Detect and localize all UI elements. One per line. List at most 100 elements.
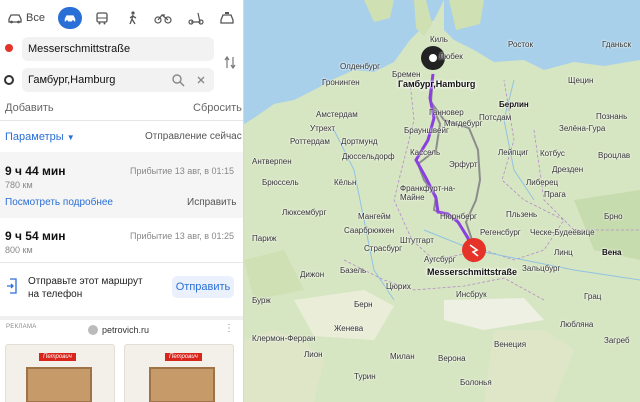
city-liberec: Либерец: [526, 178, 559, 187]
params-label: Параметры: [5, 131, 64, 143]
divider: [0, 316, 243, 320]
destination-label: Гамбург,Hamburg: [398, 79, 476, 89]
city-ceske: Ческе-Будеёвице: [530, 228, 595, 237]
route-arrival: Прибытие 13 авг, в 01:15: [130, 166, 235, 176]
city-zagreb: Загреб: [604, 336, 630, 345]
city-lubeck: Любек: [439, 52, 463, 61]
ad-brand-logo: Петрович: [165, 353, 202, 361]
city-stuttgart: Штутгарт: [400, 236, 434, 245]
walk-icon: [129, 11, 137, 25]
more-icon[interactable]: ⋮: [224, 323, 234, 334]
to-field[interactable]: Гамбург,Hamburg: [22, 68, 214, 92]
city-zielona: Зелёна-Гура: [559, 124, 606, 133]
city-verona: Верона: [438, 354, 466, 363]
send-text-line1: Отправьте этот маршрут: [28, 276, 143, 287]
city-zurich: Цюрих: [386, 282, 411, 291]
city-clermont: Клермон-Ферран: [252, 334, 316, 343]
city-regensburg: Регенсбург: [480, 228, 521, 237]
city-ljubljana: Любляна: [560, 320, 594, 329]
city-turin: Турин: [354, 372, 376, 381]
mode-taxi-button[interactable]: [216, 7, 238, 29]
details-link[interactable]: Посмотреть подробнее: [5, 197, 113, 208]
route-option-1[interactable]: 9 ч 44 мин Прибытие 13 авг, в 01:15 780 …: [0, 152, 243, 218]
city-dortmund: Дортмунд: [341, 137, 378, 146]
ad-site[interactable]: petrovich.ru: [102, 325, 149, 335]
city-augsburg: Аугсбург: [424, 255, 456, 264]
mode-bike-button[interactable]: [152, 7, 174, 29]
city-frankfurt: Франкфурт-на-Майне: [400, 184, 456, 202]
send-button[interactable]: Отправить: [172, 276, 234, 298]
to-value: Гамбург,Hamburg: [28, 74, 116, 86]
city-strasbourg: Страсбург: [364, 244, 403, 253]
city-szczecin: Щецин: [568, 76, 594, 85]
city-vienna: Вена: [602, 248, 622, 257]
city-salzburg: Зальцбург: [522, 264, 561, 273]
route-arrival: Прибытие 13 авг, в 01:25: [130, 231, 235, 241]
city-dijon: Дижон: [300, 270, 325, 279]
params-dropdown[interactable]: Параметры ▼: [5, 131, 75, 143]
city-milan: Милан: [390, 352, 415, 361]
map-view[interactable]: Гамбург,Hamburg Messerschmittstraße Киль…: [244, 0, 640, 402]
bus-icon: [96, 11, 108, 24]
city-brussels: Брюссель: [262, 178, 299, 187]
mode-car-button[interactable]: [58, 7, 82, 29]
route-time: 9 ч 54 мин: [5, 229, 66, 243]
swap-icon[interactable]: [224, 56, 236, 69]
taxi-icon: [220, 11, 234, 24]
end-point-icon: [4, 75, 14, 85]
mode-all-button[interactable]: Все: [6, 7, 46, 29]
city-brno: Брно: [604, 212, 623, 221]
city-linz: Линц: [554, 248, 573, 257]
departure-time[interactable]: Отправление сейчас: [145, 131, 242, 142]
city-antwerp: Антверпен: [252, 157, 292, 166]
close-icon[interactable]: [197, 76, 205, 84]
city-rostock: Росток: [508, 40, 533, 49]
route-distance: 780 км: [5, 180, 33, 190]
ad-card[interactable]: Петрович: [124, 344, 234, 402]
route-option-2[interactable]: 9 ч 54 мин Прибытие 13 авг, в 01:25 800 …: [0, 218, 243, 262]
city-wroclaw: Вроцлав: [598, 151, 631, 160]
city-graz: Грац: [584, 292, 602, 301]
mode-bus-button[interactable]: [92, 7, 112, 29]
city-cottbus: Котбус: [540, 149, 565, 158]
city-basel: Базель: [340, 266, 367, 275]
city-rotterdam: Роттердам: [290, 137, 330, 146]
scooter-icon: [188, 12, 204, 25]
city-luxembourg: Люксембург: [282, 208, 327, 217]
add-point-button[interactable]: Добавить: [5, 102, 54, 114]
app-root: Все Messerschmittstraße Гамбург,Hamburg …: [0, 0, 640, 402]
reset-button[interactable]: Сбросить: [193, 102, 242, 114]
city-amsterdam: Амстердам: [316, 110, 358, 119]
route-distance: 800 км: [5, 245, 33, 255]
car-icon: [64, 15, 76, 23]
city-erfurt: Эрфурт: [449, 160, 478, 169]
city-kiel: Киль: [430, 35, 448, 44]
city-magdeburg: Магдебург: [444, 119, 483, 128]
city-cologne: Кёльн: [334, 178, 357, 187]
search-icon[interactable]: [172, 74, 185, 87]
city-dresden: Дрезден: [552, 165, 584, 174]
mode-scooter-button[interactable]: [186, 7, 206, 29]
city-potsdam: Потсдам: [479, 113, 512, 122]
fix-link[interactable]: Исправить: [187, 197, 236, 208]
start-label: Messerschmittstraße: [427, 267, 518, 277]
product-image: [149, 367, 215, 402]
city-mannheim: Мангейм: [358, 212, 391, 221]
city-leipzig: Лейпциг: [498, 148, 529, 157]
mode-walk-button[interactable]: [124, 7, 142, 29]
mode-all-label: Все: [26, 12, 45, 24]
city-innsbruck: Инсбрук: [456, 290, 487, 299]
from-field[interactable]: Messerschmittstraße: [22, 37, 214, 61]
from-value: Messerschmittstraße: [28, 43, 131, 55]
city-nurnberg: Нюрнберг: [440, 212, 477, 221]
city-saarbrucken: Саарбрюккен: [344, 226, 395, 235]
ad-card[interactable]: Петрович: [5, 344, 115, 402]
bike-icon: [154, 14, 172, 24]
product-image: [26, 367, 92, 402]
route-time: 9 ч 44 мин: [5, 164, 66, 178]
city-bourges: Бурж: [252, 296, 271, 305]
divider: [0, 120, 243, 121]
ad-label: РЕКЛАМА: [6, 324, 37, 330]
city-dusseldorf: Дюссельдорф: [342, 152, 395, 161]
city-oldenburg: Олденбург: [340, 62, 381, 71]
